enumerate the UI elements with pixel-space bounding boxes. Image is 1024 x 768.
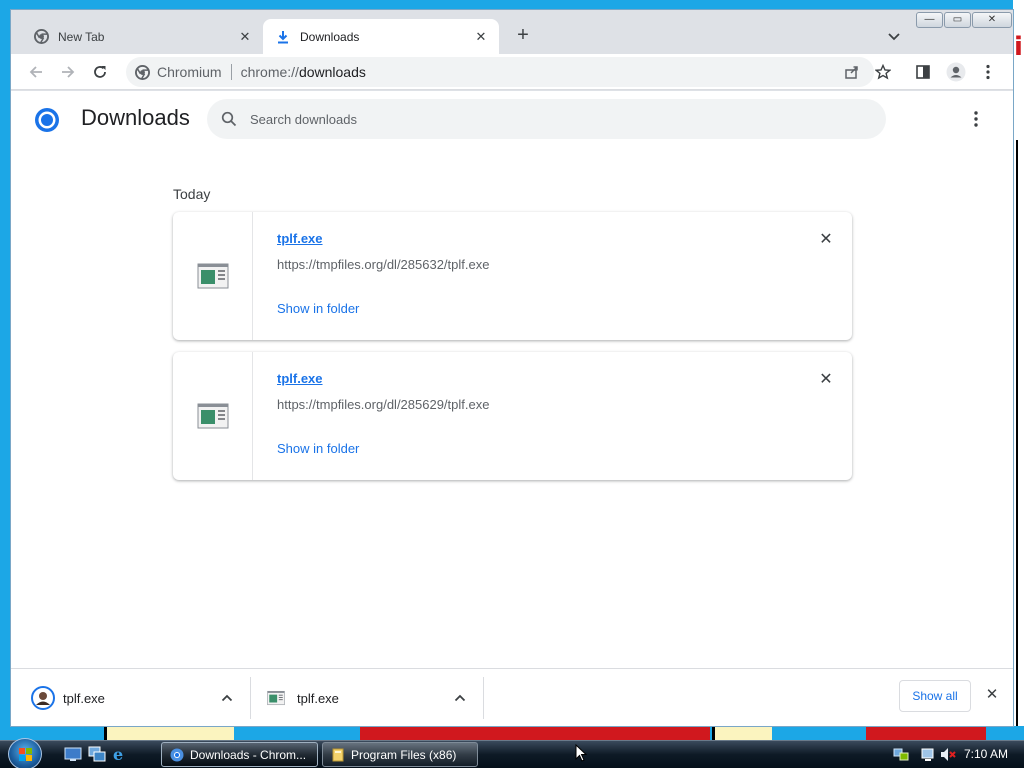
address-bar[interactable]: Chromium chrome://downloads: [126, 57, 891, 87]
download-icon: [275, 29, 291, 45]
downloads-menu-icon[interactable]: [967, 109, 985, 129]
back-arrow-icon[interactable]: [25, 61, 47, 83]
download-item: tplf.exe https://tmpfiles.org/dl/285632/…: [173, 212, 852, 340]
browser-menu-icon[interactable]: [977, 61, 999, 83]
share-icon[interactable]: [841, 61, 863, 83]
executable-file-icon: [197, 403, 229, 429]
page-title: Downloads: [81, 105, 190, 130]
search-input[interactable]: [250, 111, 850, 127]
volume-muted-icon[interactable]: [940, 747, 956, 762]
mouse-cursor-icon: [575, 743, 588, 762]
close-tab-icon[interactable]: ✕: [473, 29, 489, 45]
shelf-divider: [250, 677, 251, 719]
tab-downloads[interactable]: Downloads ✕: [263, 19, 499, 54]
desktop-wallpaper-fragment: ia: [1014, 32, 1024, 62]
download-shelf: tplf.exe tplf.exe Show all ✕: [11, 668, 1013, 726]
tab-search-chevron-icon[interactable]: [885, 27, 903, 45]
taskbar-item-folder[interactable]: Program Files (x86): [322, 742, 478, 767]
file-icon-column: [173, 212, 253, 340]
executable-file-icon: [267, 690, 285, 706]
shelf-file-name: tplf.exe: [297, 690, 339, 706]
download-url[interactable]: https://tmpfiles.org/dl/285629/tplf.exe: [277, 397, 489, 412]
profile-avatar-icon[interactable]: [945, 61, 967, 83]
folder-icon: [331, 748, 345, 762]
taskbar-item-chromium[interactable]: Downloads - Chrom...: [161, 742, 318, 767]
shelf-file-name: tplf.exe: [63, 690, 105, 706]
site-name: Chromium: [157, 64, 222, 80]
tab-new-tab[interactable]: New Tab ✕: [11, 19, 263, 54]
date-section-label: Today: [173, 186, 211, 202]
chevron-up-icon[interactable]: [220, 691, 234, 705]
taskbar: e Downloads - Chrom... Program Files (x8…: [0, 738, 1024, 768]
shelf-divider: [483, 677, 484, 719]
shelf-download-item[interactable]: tplf.exe: [31, 677, 241, 719]
internet-explorer-icon[interactable]: e: [111, 745, 129, 764]
remove-from-list-icon[interactable]: ✕: [816, 230, 836, 250]
browser-toolbar: Chromium chrome://downloads: [11, 54, 1013, 90]
search-downloads-box[interactable]: [207, 99, 886, 139]
file-avatar-icon: [31, 686, 55, 710]
download-file-name[interactable]: tplf.exe: [277, 231, 323, 246]
chrome-logo-icon: [34, 107, 60, 133]
url-path: downloads: [298, 64, 366, 80]
chevron-up-icon[interactable]: [453, 691, 467, 705]
show-all-button[interactable]: Show all: [899, 680, 971, 712]
downloads-page: Downloads Today tplf.exe https://tmpfile…: [11, 91, 1013, 668]
reload-icon[interactable]: [89, 61, 111, 83]
chromium-icon: [170, 748, 184, 762]
forward-arrow-icon[interactable]: [57, 61, 79, 83]
desktop-wallpaper-bottom: [0, 726, 1024, 740]
minimize-button[interactable]: —: [916, 12, 943, 28]
taskbar-item-label: Downloads - Chrom...: [190, 747, 307, 762]
downloads-header: Downloads: [11, 91, 1013, 147]
window-controls: — ▭ ✕: [916, 12, 1013, 28]
show-in-folder-link[interactable]: Show in folder: [277, 441, 359, 456]
close-window-button[interactable]: ✕: [972, 12, 1012, 28]
show-in-folder-link[interactable]: Show in folder: [277, 301, 359, 316]
executable-file-icon: [197, 263, 229, 289]
tab-strip: New Tab ✕ Downloads ✕ + — ▭ ✕: [11, 10, 1013, 54]
maximize-button[interactable]: ▭: [944, 12, 971, 28]
remove-from-list-icon[interactable]: ✕: [816, 370, 836, 390]
network-icon[interactable]: [893, 747, 909, 762]
search-icon: [221, 111, 237, 127]
svg-text:e: e: [113, 746, 123, 762]
url-scheme: chrome://: [240, 64, 299, 80]
download-item: tplf.exe https://tmpfiles.org/dl/285629/…: [173, 352, 852, 480]
action-center-icon[interactable]: [920, 747, 936, 762]
windows-logo-icon: [19, 748, 32, 761]
shelf-download-item[interactable]: tplf.exe: [267, 677, 477, 719]
close-shelf-icon[interactable]: ✕: [984, 687, 1000, 703]
download-url[interactable]: https://tmpfiles.org/dl/285632/tplf.exe: [277, 257, 489, 272]
tab-title: Downloads: [300, 29, 360, 44]
taskbar-clock: 7:10 AM: [964, 747, 1009, 761]
close-tab-icon[interactable]: ✕: [237, 29, 253, 45]
switch-windows-icon[interactable]: [88, 746, 106, 762]
bookmark-star-icon[interactable]: [872, 61, 894, 83]
chromium-icon: [135, 64, 150, 80]
side-panel-icon[interactable]: [912, 61, 934, 83]
address-divider: [230, 64, 232, 80]
chromium-icon: [33, 29, 49, 45]
desktop-wallpaper-strip: [1016, 140, 1024, 740]
new-tab-plus-icon[interactable]: +: [513, 25, 533, 46]
tab-title: New Tab: [58, 29, 105, 44]
browser-window: New Tab ✕ Downloads ✕ + — ▭ ✕ Chromium c…: [10, 9, 1014, 727]
file-icon-column: [173, 352, 253, 480]
show-desktop-icon[interactable]: [64, 746, 82, 762]
start-button[interactable]: [8, 738, 42, 768]
download-file-name[interactable]: tplf.exe: [277, 371, 323, 386]
taskbar-item-label: Program Files (x86): [351, 747, 457, 762]
